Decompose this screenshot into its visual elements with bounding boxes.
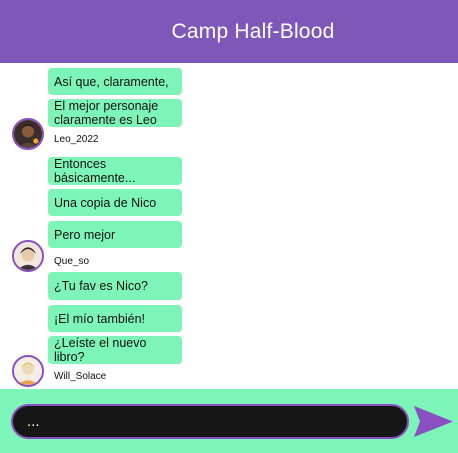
message-bubble[interactable]: ¿Tu fav es Nico? — [48, 272, 182, 300]
chat-area[interactable]: Así que, claramente, El mejor personaje … — [0, 63, 458, 389]
page-title: Camp Half-Blood — [171, 19, 335, 43]
message-bubble[interactable]: Entonces básicamente... — [48, 157, 182, 185]
username: Will_Solace — [54, 371, 107, 382]
send-icon — [414, 406, 453, 437]
app-header: Camp Half-Blood — [0, 0, 458, 63]
message-bubble[interactable]: El mejor personaje claramente es Leo — [48, 99, 182, 127]
username: Leo_2022 — [54, 134, 99, 145]
composer-bar: ... — [0, 389, 458, 453]
user-avatar-icon — [14, 120, 42, 148]
message-bubble[interactable]: Así que, claramente, — [48, 68, 182, 95]
user-avatar-icon — [14, 357, 42, 385]
username: Que_so — [54, 256, 90, 267]
message-bubble[interactable]: Una copia de Nico — [48, 189, 182, 216]
avatar[interactable] — [12, 118, 44, 150]
avatar[interactable] — [12, 355, 44, 387]
message-bubble[interactable]: ¡El mío también! — [48, 305, 182, 332]
user-avatar-icon — [14, 242, 42, 270]
avatar[interactable] — [12, 240, 44, 272]
message-bubble[interactable]: Pero mejor — [48, 221, 182, 248]
message-input[interactable]: ... — [11, 404, 409, 439]
send-button[interactable] — [412, 405, 454, 438]
message-bubble[interactable]: ¿Leíste el nuevo libro? — [48, 336, 182, 364]
